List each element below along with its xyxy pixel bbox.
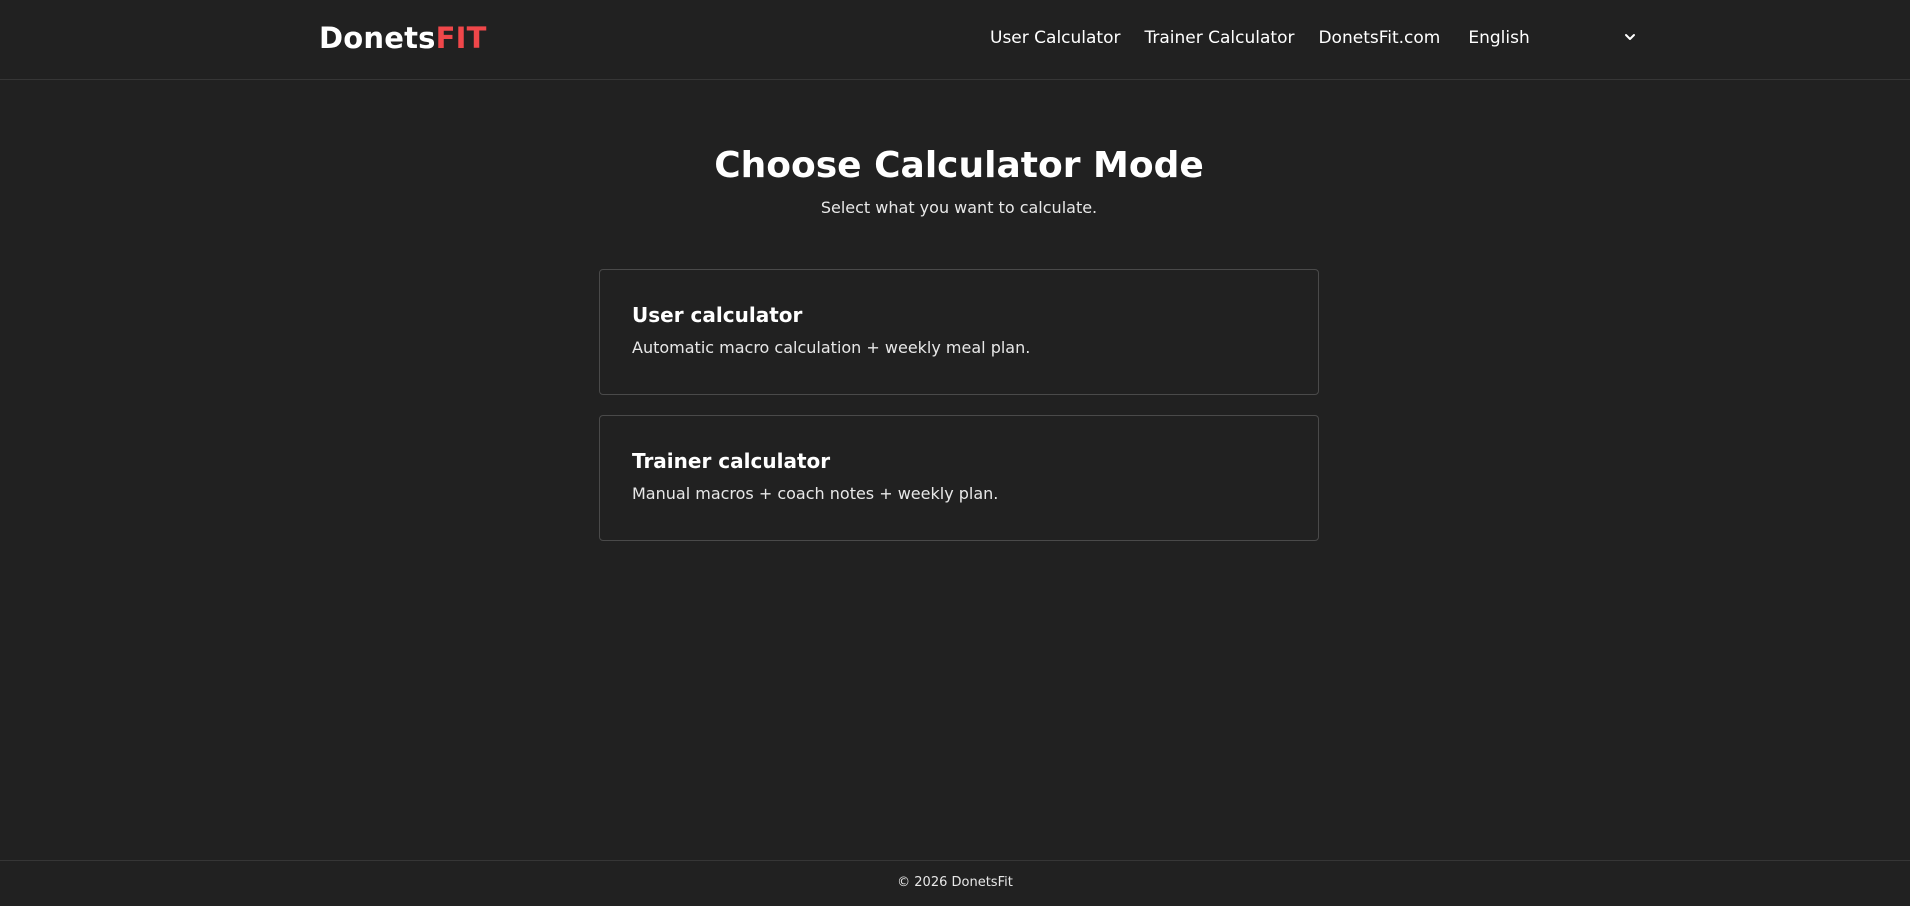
page-footer: © 2026 DonetsFit: [0, 860, 1910, 906]
language-select[interactable]: English: [1468, 25, 1643, 51]
top-header: DonetsFIT User Calculator Trainer Calcul…: [0, 0, 1910, 80]
footer-copyright: © 2026 DonetsFit: [897, 875, 1013, 890]
nav-link-user-calculator[interactable]: User Calculator: [990, 26, 1120, 50]
page-title: Choose Calculator Mode: [714, 145, 1204, 186]
nav-link-trainer-calculator[interactable]: Trainer Calculator: [1144, 26, 1294, 50]
brand-name-main: Donets: [319, 21, 436, 55]
card-description: Automatic macro calculation + weekly mea…: [632, 338, 1031, 357]
brand-logo[interactable]: DonetsFIT: [319, 19, 487, 57]
trainer-calculator-card[interactable]: Trainer calculator Manual macros + coach…: [599, 415, 1319, 541]
main-nav: User Calculator Trainer Calculator Donet…: [990, 26, 1643, 50]
page-subtitle: Select what you want to calculate.: [820, 198, 1098, 217]
chevron-down-icon: [1625, 34, 1636, 40]
language-selected-value: English: [1468, 28, 1530, 48]
card-description: Manual macros + coach notes + weekly pla…: [632, 484, 999, 503]
card-title: User calculator: [632, 303, 803, 327]
card-title: Trainer calculator: [632, 449, 831, 473]
nav-link-donetsfit[interactable]: DonetsFit.com: [1318, 26, 1440, 50]
brand-name-accent: FIT: [435, 21, 487, 55]
user-calculator-card[interactable]: User calculator Automatic macro calculat…: [599, 269, 1319, 395]
page: DonetsFIT User Calculator Trainer Calcul…: [0, 0, 1910, 906]
